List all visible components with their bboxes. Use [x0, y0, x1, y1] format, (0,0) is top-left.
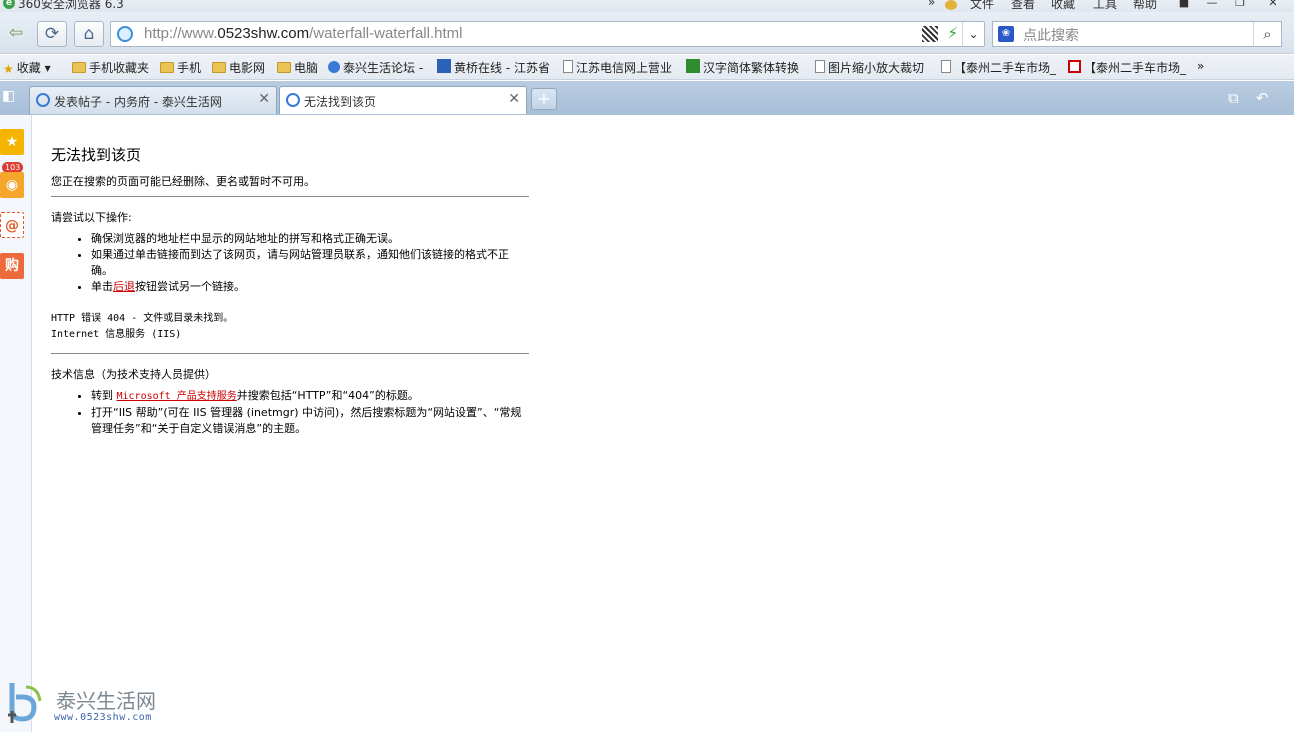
- tab-favicon-icon: [286, 93, 300, 107]
- sidebar-toggle-icon[interactable]: ◧: [2, 88, 15, 104]
- shopping-icon[interactable]: 购: [0, 253, 24, 279]
- skin-button-icon[interactable]: ■: [1173, 0, 1195, 9]
- tech-heading: 技术信息（为技术支持人员提供）: [51, 368, 216, 381]
- close-window-icon[interactable]: ✕: [1262, 0, 1284, 9]
- search-placeholder[interactable]: 点此搜索: [1023, 25, 1079, 45]
- bookmarks-bar: ★ 收藏 ▾ 手机收藏夹 手机 电影网 电脑 泰兴生活论坛 - 黄桥在线 - 江苏…: [0, 55, 1294, 80]
- tab-post-thread[interactable]: 发表帖子 - 内务府 - 泰兴生活网 ✕: [29, 86, 277, 114]
- folder-icon: [212, 62, 226, 73]
- tab-not-found[interactable]: 无法找到该页 ✕: [279, 86, 527, 114]
- page-icon: [563, 60, 573, 73]
- page-icon: [815, 60, 825, 73]
- menu-help[interactable]: 帮助: [1133, 0, 1157, 12]
- browser-logo-icon: e: [3, 0, 15, 9]
- undo-close-tab-icon[interactable]: ↶: [1256, 89, 1269, 107]
- menu-more[interactable]: »: [928, 0, 935, 9]
- menu-view[interactable]: 查看: [1011, 0, 1035, 12]
- tab-close-icon[interactable]: ✕: [508, 91, 520, 107]
- new-tab-button[interactable]: +: [531, 88, 557, 110]
- tab-label: 发表帖子 - 内务府 - 泰兴生活网: [54, 95, 222, 109]
- watermark-name: 泰兴生活网: [56, 689, 156, 713]
- restore-button-icon[interactable]: ❐: [1229, 0, 1251, 9]
- page-title: 无法找到该页: [51, 146, 142, 164]
- tab-favicon-icon: [36, 93, 50, 107]
- try-heading: 请尝试以下操作:: [51, 211, 132, 224]
- list-item: 打开“IIS 帮助”(可在 IIS 管理器 (inetmgr) 中访问)，然后搜…: [91, 405, 529, 437]
- favorites-star-icon[interactable]: ★: [0, 129, 24, 155]
- bookmark-huangqiao[interactable]: 黄桥在线 - 江苏省: [437, 59, 550, 76]
- site-watermark: 泰兴生活网 www.0523shw.com: [4, 679, 164, 729]
- watermark-site: www.0523shw.com: [54, 712, 152, 723]
- bookmark-image-resize[interactable]: 图片缩小放大裁切: [815, 59, 924, 76]
- tab-bar: ◧ 发表帖子 - 内务府 - 泰兴生活网 ✕ 无法找到该页 ✕ + ⧉ ↶: [0, 81, 1294, 115]
- tab-close-icon[interactable]: ✕: [258, 91, 270, 107]
- refresh-button-icon[interactable]: ⟳: [37, 21, 67, 47]
- site-logo-icon: [1068, 60, 1081, 73]
- divider: [51, 353, 529, 354]
- home-button-icon[interactable]: ⌂: [74, 21, 104, 47]
- qr-code-icon[interactable]: [922, 26, 938, 42]
- list-item: 单击后退按钮尝试另一个链接。: [91, 279, 529, 295]
- divider: [51, 196, 529, 197]
- list-item: 确保浏览器的地址栏中显示的网站地址的拼写和格式正确无误。: [91, 231, 529, 247]
- server-info: Internet 信息服务 (IIS): [51, 329, 182, 340]
- site-logo-icon: [686, 59, 700, 73]
- search-box[interactable]: ❀ 点此搜索 ⌕: [992, 21, 1282, 47]
- folder-icon: [160, 62, 174, 73]
- list-item: 转到 Microsoft 产品支持服务并搜索包括“HTTP”和“404”的标题。: [91, 388, 529, 405]
- bookmark-mobile[interactable]: 手机: [160, 59, 201, 76]
- mail-icon[interactable]: @: [0, 212, 24, 238]
- bookmark-taizhou-cars-1[interactable]: 【泰州二手车市场_: [941, 59, 1056, 76]
- weibo-icon[interactable]: ◉: [0, 172, 24, 198]
- star-icon: ★: [3, 62, 14, 76]
- left-sidebar: ★ 103 ◉ @ 购: [0, 115, 32, 732]
- globe-icon: [117, 26, 133, 42]
- menu-tools[interactable]: 工具: [1093, 0, 1117, 12]
- folder-icon: [72, 62, 86, 73]
- bookmark-hanzi-convert[interactable]: 汉字简体繁体转换: [686, 59, 799, 76]
- bookmark-movies[interactable]: 电影网: [212, 59, 265, 76]
- url-text[interactable]: http://www.0523shw.com/waterfall-waterfa…: [144, 25, 462, 42]
- page-icon: [941, 60, 951, 73]
- title-bar: e 360安全浏览器 6.3 » 文件 查看 收藏 工具 帮助 ■ — ❐ ✕: [0, 0, 1294, 12]
- menu-favorites[interactable]: 收藏: [1051, 0, 1075, 12]
- app-title: 360安全浏览器 6.3: [18, 0, 124, 11]
- navigation-bar: ⇦ ⟳ ⌂ http://www.0523shw.com/waterfall-w…: [0, 12, 1294, 54]
- ms-support-link[interactable]: Microsoft 产品支持服务: [117, 391, 237, 402]
- baidu-engine-icon[interactable]: ❀: [998, 26, 1014, 42]
- bookmark-jiangsu-telecom[interactable]: 江苏电信网上营业: [563, 59, 672, 76]
- minimize-button-icon[interactable]: —: [1201, 0, 1223, 9]
- list-item: 如果通过单击链接而到达了该网页，请与网站管理员联系，通知他们该链接的格式不正确。: [91, 247, 529, 279]
- try-list: 确保浏览器的地址栏中显示的网站地址的拼写和格式正确无误。 如果通过单击链接而到达…: [91, 231, 529, 295]
- folder-icon: [277, 62, 291, 73]
- bookmarks-overflow-icon[interactable]: »: [1197, 59, 1204, 73]
- bookmark-taixing-forum[interactable]: 泰兴生活论坛 -: [328, 59, 423, 76]
- search-icon[interactable]: ⌕: [1253, 22, 1281, 46]
- tech-list: 转到 Microsoft 产品支持服务并搜索包括“HTTP”和“404”的标题。…: [91, 388, 529, 437]
- bookmark-taizhou-cars-2[interactable]: 【泰州二手车市场_: [1068, 59, 1186, 76]
- menu-file[interactable]: 文件: [970, 0, 994, 12]
- tab-restore-icon[interactable]: ⧉: [1228, 89, 1239, 107]
- bookmark-computer[interactable]: 电脑: [277, 59, 318, 76]
- page-subtitle: 您正在搜索的页面可能已经删除、更名或暂时不可用。: [51, 175, 315, 188]
- speed-mode-icon[interactable]: ⚡: [947, 24, 958, 42]
- site-logo-icon: [8, 683, 42, 723]
- back-button-icon[interactable]: ⇦: [1, 21, 31, 47]
- site-logo-icon: [328, 61, 340, 73]
- bookmark-mobile-favorites[interactable]: 手机收藏夹: [72, 59, 149, 76]
- user-avatar-icon[interactable]: [945, 0, 957, 10]
- address-dropdown-icon[interactable]: ⌄: [962, 22, 984, 46]
- site-logo-icon: [437, 59, 451, 73]
- tab-label: 无法找到该页: [304, 95, 377, 109]
- bookmark-favorites[interactable]: ★ 收藏 ▾: [3, 59, 51, 76]
- error-code: HTTP 错误 404 - 文件或目录未找到。: [51, 313, 234, 324]
- error-page: 无法找到该页 您正在搜索的页面可能已经删除、更名或暂时不可用。 请尝试以下操作:…: [51, 144, 529, 453]
- address-bar[interactable]: http://www.0523shw.com/waterfall-waterfa…: [110, 21, 985, 47]
- back-link[interactable]: 后退: [113, 280, 135, 293]
